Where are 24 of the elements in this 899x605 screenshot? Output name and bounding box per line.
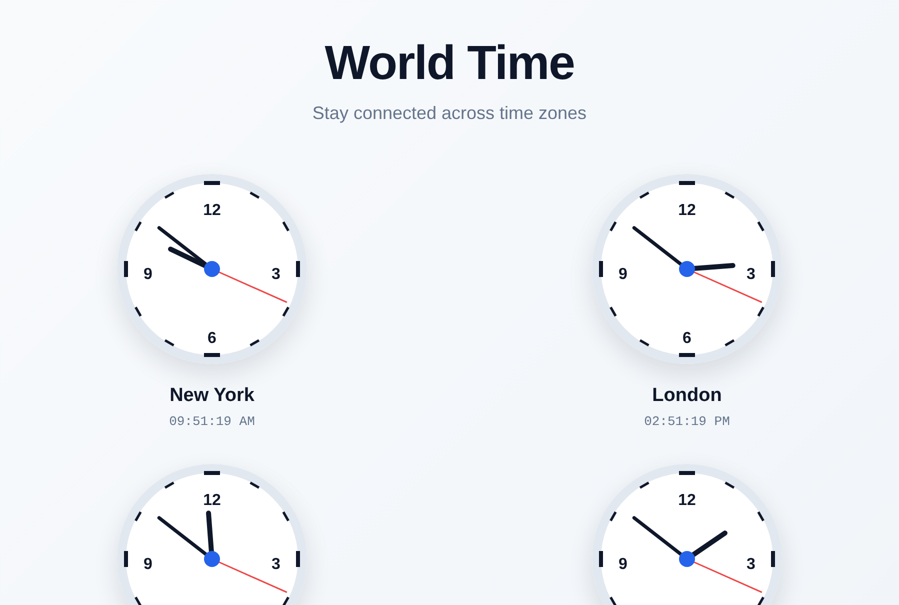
clock-numeral: 3 (272, 266, 280, 284)
clock-numeral: 6 (682, 330, 692, 348)
clock-numeral: 9 (144, 556, 152, 574)
center-pin (204, 551, 220, 567)
digital-time: 09:51:19 AM (169, 414, 255, 430)
center-pin (679, 551, 695, 567)
clock-numeral: 12 (678, 202, 696, 220)
clock-numeral: 3 (746, 556, 756, 574)
clock-numeral: 3 (746, 266, 756, 284)
page-subtitle: Stay connected across time zones (312, 102, 587, 124)
clock-numeral: 9 (618, 266, 628, 284)
clock-numeral: 3 (272, 556, 280, 574)
city-name: London (652, 384, 722, 408)
city-name: New York (170, 384, 254, 408)
center-pin (679, 261, 695, 277)
clock-numeral: 9 (618, 556, 628, 574)
center-pin (204, 261, 220, 277)
clock-numeral: 12 (678, 492, 696, 510)
page-title: World Time (324, 36, 574, 92)
clock-numeral: 6 (208, 330, 216, 348)
digital-time: 02:51:19 PM (644, 414, 730, 430)
clock-numeral: 12 (203, 202, 221, 220)
clock-numeral: 12 (203, 492, 221, 510)
clock-numeral: 9 (144, 266, 152, 284)
